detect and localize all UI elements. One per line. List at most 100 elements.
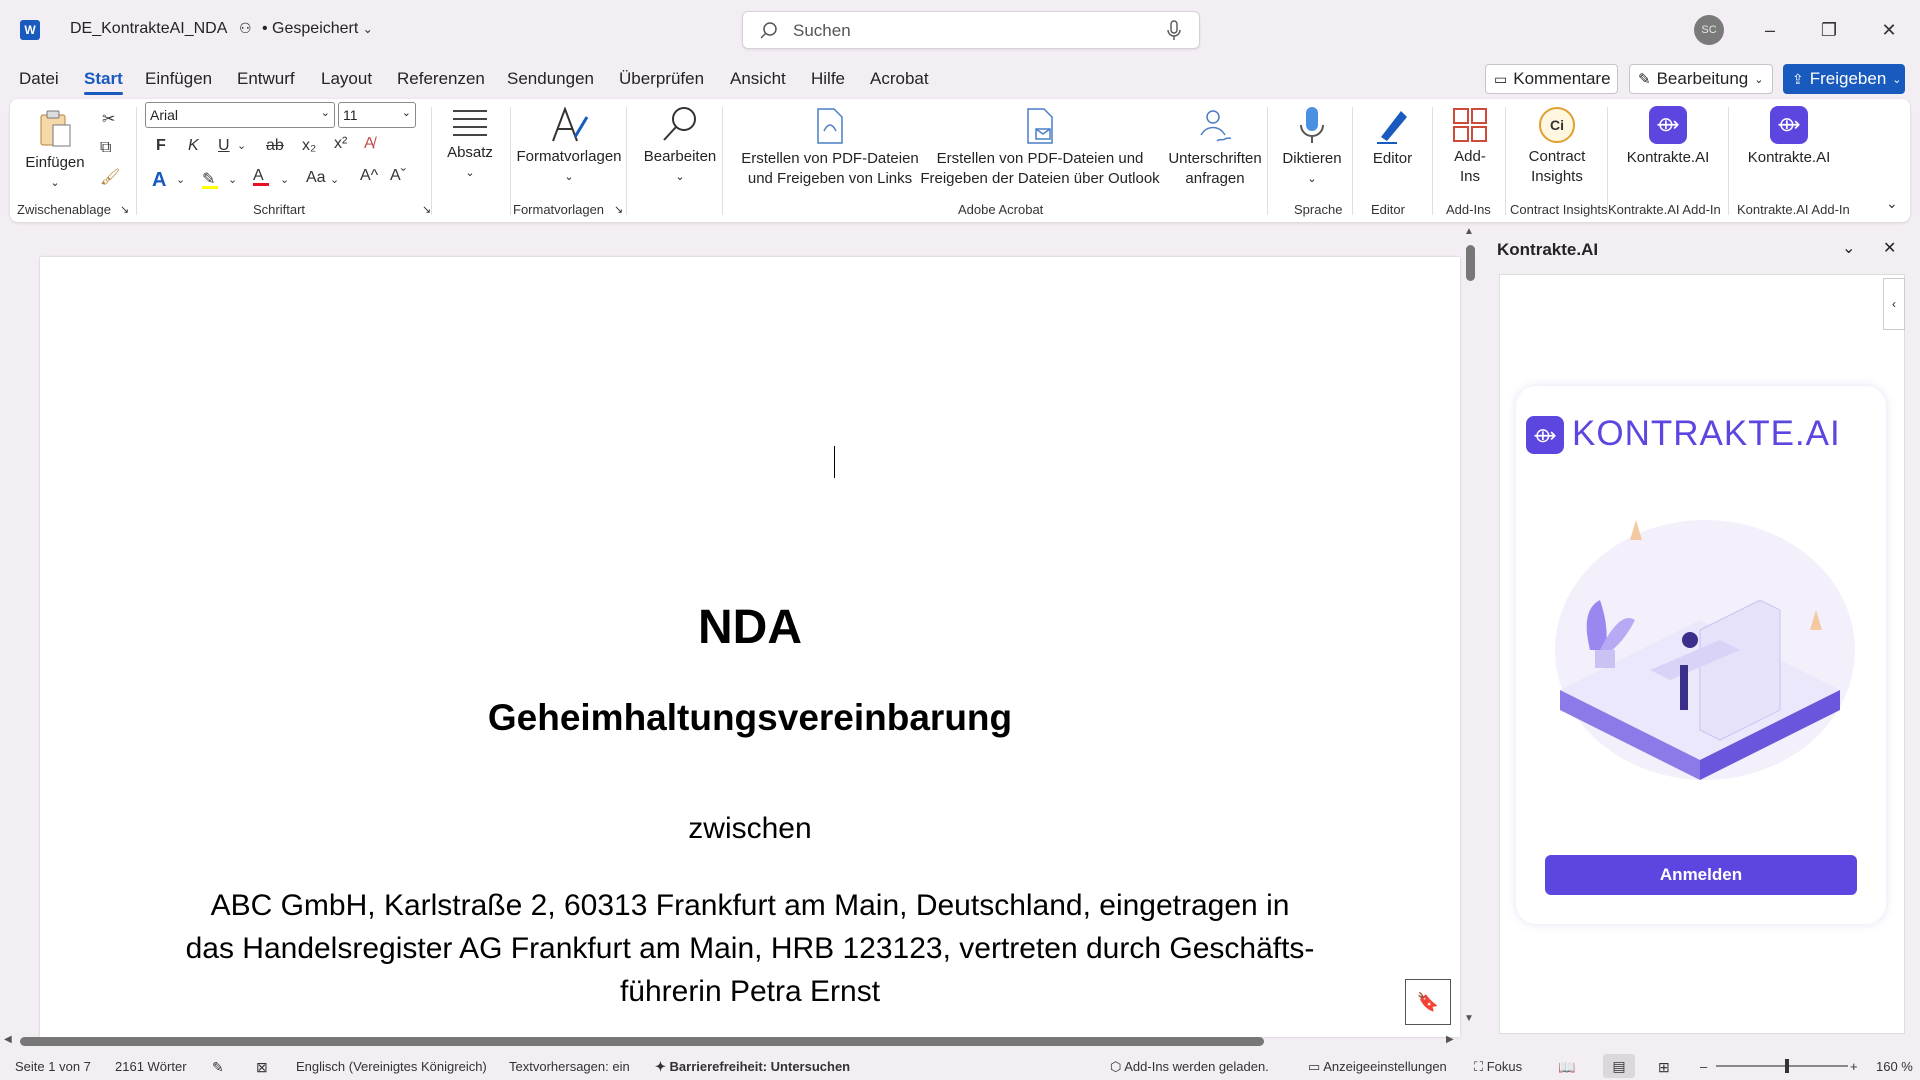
tab-datei[interactable]: Datei [19,69,59,89]
scroll-down-icon[interactable]: ▼ [1464,1013,1474,1024]
tab-ansicht[interactable]: Ansicht [730,69,786,89]
addins-button[interactable]: Add-Ins [1435,107,1505,187]
cut-icon[interactable]: ✂ [102,109,115,129]
request-signatures-button[interactable]: Unterschriften anfragen [1165,107,1265,189]
vertical-scrollbar[interactable] [1462,226,1478,1026]
doc-between[interactable]: zwischen [40,812,1460,846]
tab-referenzen[interactable]: Referenzen [397,69,485,89]
chevron-down-icon: ⌄ [1307,173,1317,185]
chevron-down-icon[interactable]: ⌄ [363,22,373,36]
tab-acrobat[interactable]: Acrobat [870,69,929,89]
font-color-icon[interactable]: A [253,167,269,186]
styles-button[interactable]: Formatvorlagen ⌄ [512,107,626,187]
editor-button[interactable]: Editor [1355,105,1430,169]
pane-close-icon[interactable]: ✕ [1883,238,1896,258]
search-box[interactable]: Suchen [742,11,1200,49]
ribbon-collapse-chevron-icon[interactable]: ⌄ [1886,195,1898,212]
dialog-launcher-icon[interactable]: ↘ [422,203,431,216]
addins-loading-status[interactable]: ⬡ Add-Ins werden geladen. [1110,1059,1269,1075]
zoom-slider-thumb[interactable] [1785,1059,1789,1073]
underline-button[interactable]: U [218,137,230,155]
scroll-up-icon[interactable]: ▲ [1464,226,1474,237]
word-count[interactable]: 2161 Wörter [115,1059,187,1074]
paragraph-button[interactable]: Absatz ⌄ [434,107,506,183]
clear-formatting-icon[interactable]: A̸ [364,135,375,153]
change-case-button[interactable]: Aa [306,169,326,187]
comments-button[interactable]: ▭ Kommentare [1485,64,1618,94]
tab-layout[interactable]: Layout [321,69,372,89]
close-icon[interactable]: ✕ [1874,15,1904,45]
doc-subtitle[interactable]: Geheimhaltungsvereinbarung [40,697,1460,739]
chevron-down-icon[interactable]: ⌄ [228,173,237,186]
tab-start[interactable]: Start [84,69,123,95]
doc-title[interactable]: NDA [40,600,1460,655]
signin-button[interactable]: Anmelden [1545,855,1857,895]
subscript-button[interactable]: x₂ [302,137,316,155]
tab-hilfe[interactable]: Hilfe [811,69,845,89]
italic-button[interactable]: K [188,137,199,155]
strikethrough-button[interactable]: ab [266,137,284,155]
chevron-down-icon[interactable]: ⌄ [280,173,289,186]
zoom-out-icon[interactable]: – [1700,1059,1707,1074]
share-button[interactable]: ⇪ Freigeben ⌄ [1783,64,1905,94]
proofing-icon[interactable]: ✎ [212,1059,224,1076]
page-indicator[interactable]: Seite 1 von 7 [15,1059,91,1074]
highlight-icon[interactable]: ✎ [202,169,218,189]
chevron-down-icon[interactable]: ⌄ [176,173,185,186]
scroll-right-icon[interactable]: ▶ [1446,1034,1454,1045]
superscript-button[interactable]: x² [334,135,347,153]
editing-mode-button[interactable]: ✎ Bearbeitung ⌄ [1629,64,1773,94]
dictate-button[interactable]: Diktieren ⌄ [1272,105,1352,189]
zoom-in-icon[interactable]: + [1850,1059,1858,1074]
chevron-down-icon[interactable]: ⌄ [330,173,339,186]
kontrakte-button-2[interactable]: ⟴ Kontrakte.AI [1739,106,1839,168]
dialog-launcher-icon[interactable]: ↘ [120,203,129,216]
format-painter-icon[interactable]: 🖌 [100,167,120,187]
document-title[interactable]: DE_KontrakteAI_NDA ⚇ • Gespeichert ⌄ [70,20,373,38]
display-settings[interactable]: ▭ Anzeigeeinstellungen [1308,1059,1447,1075]
accessibility-status[interactable]: ✦ Barrierefreiheit: Untersuchen [655,1059,850,1075]
paste-button[interactable]: Einfügen ⌄ [25,109,85,193]
restore-icon[interactable]: ❐ [1814,15,1844,45]
shrink-font-button[interactable]: Aˇ [390,167,406,185]
grow-font-button[interactable]: A^ [360,167,378,185]
chevron-down-icon[interactable]: ⌄ [237,139,246,152]
pdf-outlook-button[interactable]: Erstellen von PDF-Dateien und Freigeben … [920,107,1160,189]
focus-mode[interactable]: ⛶ Fokus [1474,1059,1522,1075]
pdf-links-button[interactable]: Erstellen von PDF-Dateien und Freigeben … [740,107,920,189]
pane-options-chevron-icon[interactable]: ⌄ [1842,238,1855,258]
tab-ueberpruefen[interactable]: Überprüfen [619,69,704,89]
language-indicator[interactable]: Englisch (Vereinigtes Königreich) [296,1059,487,1074]
web-layout-icon[interactable]: ⊞ [1658,1059,1670,1076]
font-family-select[interactable]: Arial ⌄ [145,102,335,128]
search-input[interactable]: Suchen [793,21,851,41]
minimize-icon[interactable]: – [1755,15,1785,45]
avatar[interactable]: SC [1694,15,1724,45]
text-predictions[interactable]: Textvorhersagen: ein [509,1059,630,1074]
dialog-launcher-icon[interactable]: ↘ [614,203,623,216]
bold-button[interactable]: F [156,137,166,155]
doc-party-paragraph[interactable]: ABC GmbH, Karlstraße 2, 60313 Frankfurt … [40,884,1460,1013]
save-state[interactable]: • Gespeichert [262,20,358,37]
copy-icon[interactable]: ⧉ [100,139,111,157]
people-icon[interactable]: ⚇ [239,20,252,36]
kontrakte-button-1[interactable]: ⟴ Kontrakte.AI [1618,106,1718,168]
zoom-slider[interactable] [1716,1065,1848,1067]
text-effects-icon[interactable]: A [152,169,166,192]
tab-einfuegen[interactable]: Einfügen [145,69,212,89]
contract-insights-button[interactable]: Ci Contract Insights [1507,107,1607,187]
bookmark-icon[interactable]: 🔖 [1405,979,1451,1025]
tab-sendungen[interactable]: Sendungen [507,69,594,89]
print-layout-icon[interactable]: ▤ [1603,1054,1635,1078]
vertical-scroll-thumb[interactable] [1466,245,1475,281]
read-mode-icon[interactable]: 📖 [1558,1059,1575,1076]
horizontal-scroll-thumb[interactable] [20,1037,1264,1046]
font-size-select[interactable]: 11 ⌄ [338,102,416,128]
focus-reading-icon[interactable]: ⊠ [256,1059,268,1076]
editing-button[interactable]: Bearbeiten ⌄ [634,105,726,187]
microphone-icon[interactable] [1167,20,1181,42]
collapse-left-icon[interactable]: ‹ [1883,278,1905,330]
tab-entwurf[interactable]: Entwurf [237,69,295,89]
zoom-level[interactable]: 160 % [1876,1059,1913,1074]
scroll-left-icon[interactable]: ◀ [4,1034,12,1045]
